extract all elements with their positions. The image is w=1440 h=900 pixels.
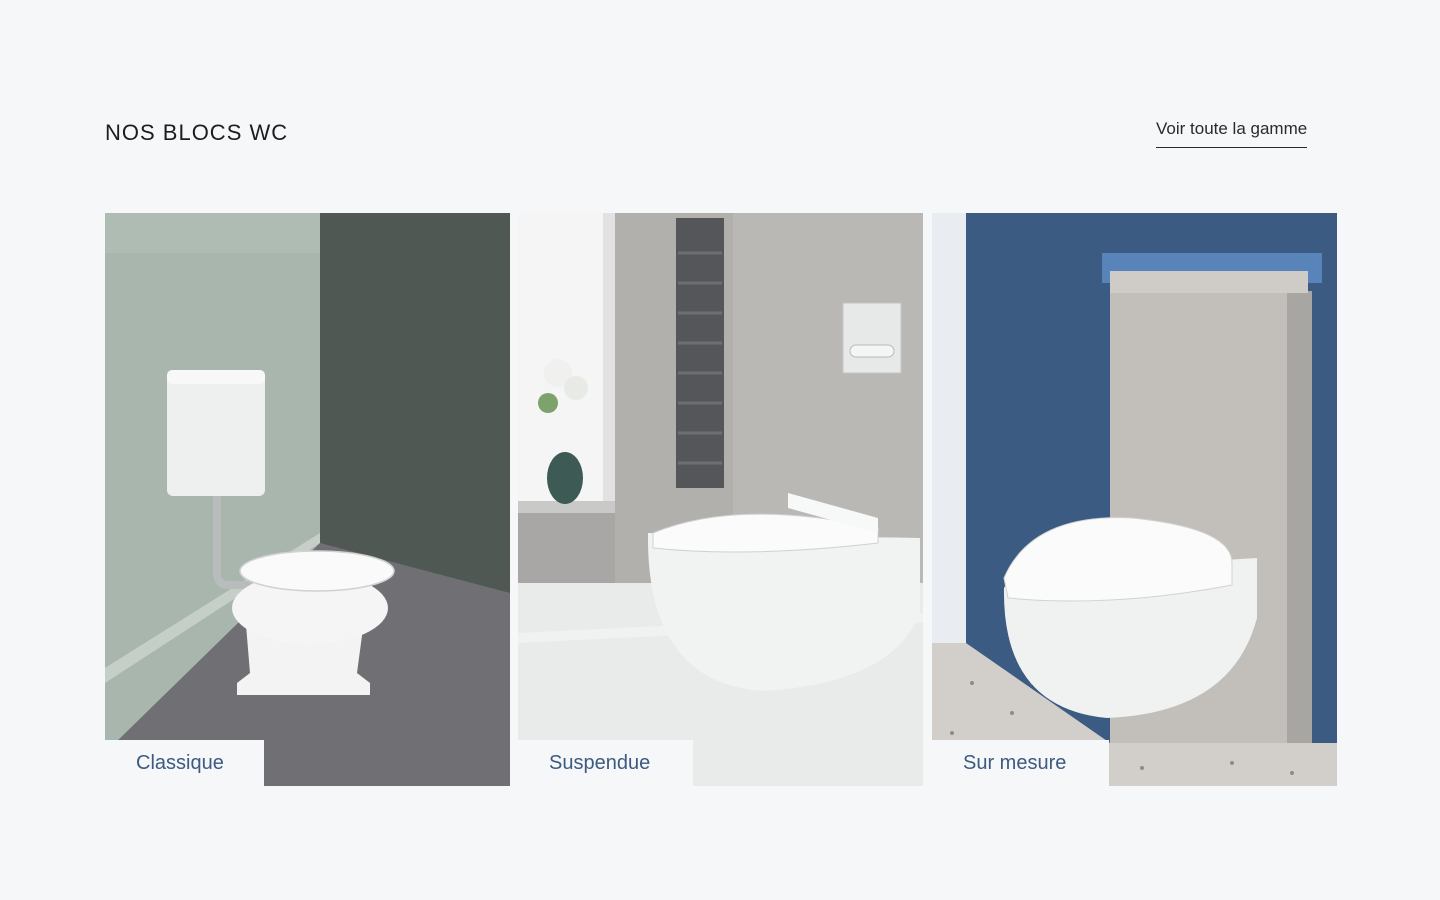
product-card-sur-mesure[interactable]: Sur mesure <box>932 213 1337 786</box>
product-card-suspendue[interactable]: Suspendue <box>518 213 923 786</box>
classic-toilet-image <box>105 213 510 786</box>
view-all-link[interactable]: Voir toute la gamme <box>1156 119 1308 148</box>
custom-toilet-module-image <box>932 213 1337 786</box>
wall-hung-toilet-image <box>518 213 923 786</box>
card-label: Suspendue <box>518 740 693 786</box>
card-label: Classique <box>105 740 264 786</box>
card-label: Sur mesure <box>932 740 1109 786</box>
section-title: NOS BLOCS WC <box>105 120 289 145</box>
product-card-classique[interactable]: Classique <box>105 213 510 786</box>
